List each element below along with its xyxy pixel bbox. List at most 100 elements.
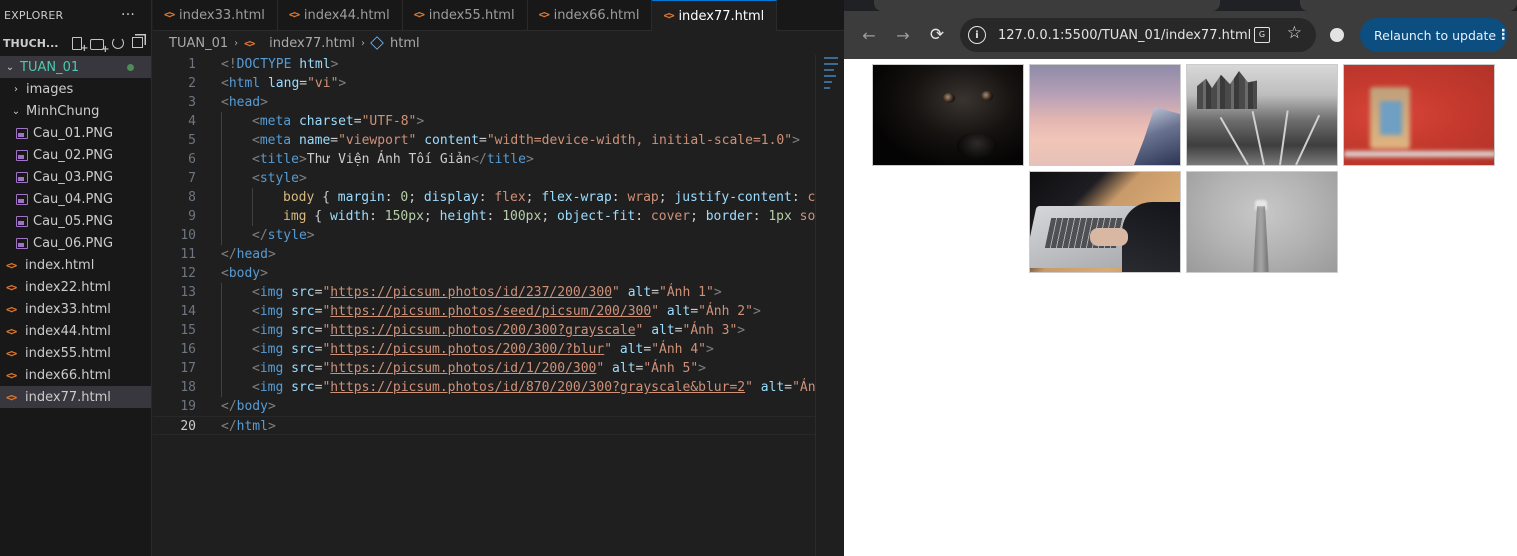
indent-guide	[221, 302, 252, 321]
code-token: "Ảnh 2"	[698, 304, 753, 319]
code-line[interactable]: 12 <body>	[153, 264, 815, 283]
code-token[interactable]: https://picsum.photos/200/300/?blur	[330, 342, 604, 357]
browser-tab[interactable]	[1300, 0, 1517, 11]
code-line[interactable]: 13 <img src = "https://picsum.photos/id/237…	[153, 283, 815, 302]
code-token: <	[221, 95, 229, 110]
folder-minhchung[interactable]: ⌄ MinhChung	[0, 100, 151, 122]
code-line[interactable]: 16 <img src = "https://picsum.photos/200/30…	[153, 340, 815, 359]
code-line[interactable]: 20 </html>	[153, 416, 815, 435]
code-token[interactable]: https://picsum.photos/seed/picsum/200/30…	[330, 304, 651, 319]
html-file-icon: <>	[6, 390, 17, 404]
url-text[interactable]: 127.0.0.1:5500/TUAN_01/index77.html	[998, 28, 1251, 43]
file-item[interactable]: <> index44.html	[0, 320, 151, 342]
explorer-header: EXPLORER ···	[0, 0, 151, 30]
breadcrumb-folder[interactable]: TUAN_01	[169, 36, 228, 51]
tree-item-label: MinhChung	[26, 103, 100, 119]
minimap[interactable]	[815, 55, 844, 556]
code-token: :	[791, 190, 808, 205]
folder-images[interactable]: › images	[0, 78, 151, 100]
code-line[interactable]: 8 body { margin: 0; display: flex; flex-w…	[153, 188, 815, 207]
code-token[interactable]: https://picsum.photos/id/237/200/300	[330, 285, 612, 300]
gallery-image-4[interactable]	[1343, 64, 1495, 166]
relaunch-button[interactable]: Relaunch to update ⋮	[1360, 18, 1510, 52]
workspace-row[interactable]: THUCH...	[0, 30, 151, 56]
translate-icon[interactable]: G	[1254, 27, 1270, 43]
breadcrumb-file[interactable]: index77.html	[269, 36, 355, 51]
file-item[interactable]: Cau_03.PNG	[0, 166, 151, 188]
code-area[interactable]: 1 <!DOCTYPE html> 2 <html lang="vi"> 3 <head>…	[153, 55, 815, 435]
collapse-all-icon[interactable]	[132, 36, 144, 48]
code-line[interactable]: 15 <img src="https://picsum.photos/200/30…	[153, 321, 815, 340]
code-line[interactable]: 3 <head>	[153, 93, 815, 112]
code-line[interactable]: 14 <img src = "https://picsum.photos/seed/p…	[153, 302, 815, 321]
code-token[interactable]: https://picsum.photos/id/1/200/300	[330, 361, 596, 376]
line-source: <title>Thư Viện Ảnh Tối Giản</title>	[196, 150, 534, 169]
file-item[interactable]: Cau_05.PNG	[0, 210, 151, 232]
code-line[interactable]: 11 </head>	[153, 245, 815, 264]
site-info-icon[interactable]: i	[968, 26, 986, 44]
code-token[interactable]: https://picsum.photos/200/300?grayscale	[330, 323, 635, 338]
file-item[interactable]: Cau_06.PNG	[0, 232, 151, 254]
file-item[interactable]: <> index22.html	[0, 276, 151, 298]
code-line[interactable]: 2 <html lang="vi">	[153, 74, 815, 93]
code-line[interactable]: 18 <img src = "https://picsum.photos/id/870…	[153, 378, 815, 397]
file-item[interactable]: <> index77.html	[0, 386, 151, 408]
tab-index33[interactable]: <> index33.html	[153, 0, 278, 31]
address-bar[interactable]: i 127.0.0.1:5500/TUAN_01/index77.html G …	[960, 18, 1316, 52]
kebab-menu-icon[interactable]: ⋮	[1496, 27, 1510, 43]
file-item[interactable]: <> index55.html	[0, 342, 151, 364]
code-token[interactable]: https://picsum.photos/id/870/200/300?gra…	[330, 380, 745, 395]
breadcrumb-symbol[interactable]: html	[390, 36, 420, 51]
code-line[interactable]: 19 </body>	[153, 397, 815, 416]
gallery-image-5[interactable]	[1029, 171, 1181, 273]
code-line[interactable]: 9 img { width: 150px; height: 100px; obje…	[153, 207, 815, 226]
code-token: "	[612, 285, 620, 300]
code-token: "	[604, 342, 613, 357]
html-file-icon: <>	[6, 324, 17, 338]
file-item[interactable]: <> index33.html	[0, 298, 151, 320]
code-token: =	[353, 114, 362, 129]
line-number: 19	[180, 399, 196, 414]
line-source: </html>	[196, 417, 276, 434]
reload-button[interactable]: ⟳	[920, 18, 954, 52]
tab-index44[interactable]: <> index44.html	[278, 0, 403, 31]
root-folder[interactable]: ⌄ TUAN_01	[0, 56, 151, 78]
line-number: 4	[188, 114, 196, 129]
more-actions-icon[interactable]: ···	[121, 7, 135, 23]
file-item[interactable]: Cau_01.PNG	[0, 122, 151, 144]
browser-tab[interactable]	[874, 0, 1220, 11]
new-file-icon[interactable]	[72, 36, 88, 54]
gallery-image-3[interactable]	[1186, 64, 1338, 166]
code-line[interactable]: 6 <title>Thư Viện Ảnh Tối Giản</title>	[153, 150, 815, 169]
line-number: 20	[180, 419, 196, 434]
tab-index55[interactable]: <> index55.html	[403, 0, 528, 31]
line-number: 10	[180, 228, 196, 243]
file-item[interactable]: <> index.html	[0, 254, 151, 276]
gallery-image-6[interactable]	[1186, 171, 1338, 273]
gallery-image-2[interactable]	[1029, 64, 1181, 166]
file-item[interactable]: <> index66.html	[0, 364, 151, 386]
back-button[interactable]: ←	[852, 18, 886, 52]
bookmark-star-icon[interactable]: ☆	[1287, 23, 1302, 43]
gallery-image-1[interactable]	[872, 64, 1024, 166]
tab-index66[interactable]: <> index66.html	[528, 0, 653, 31]
workspace-name: THUCH...	[3, 36, 59, 50]
blurred-window	[1370, 87, 1410, 149]
code-token: img	[259, 361, 284, 376]
code-token: "Ảnh 1"	[659, 285, 714, 300]
code-line[interactable]: 17 <img src="https://picsum.photos/id/1/2…	[153, 359, 815, 378]
profile-button[interactable]	[1320, 18, 1354, 52]
file-item[interactable]: Cau_04.PNG	[0, 188, 151, 210]
new-folder-icon[interactable]	[90, 38, 109, 55]
code-line[interactable]: 7 <style>	[153, 169, 815, 188]
tab-index77[interactable]: <> index77.html	[652, 0, 778, 31]
code-line[interactable]: 10 </style>	[153, 226, 815, 245]
forward-button[interactable]: →	[886, 18, 920, 52]
code-line[interactable]: 1 <!DOCTYPE html>	[153, 55, 815, 74]
file-item[interactable]: Cau_02.PNG	[0, 144, 151, 166]
code-token: :	[486, 209, 503, 224]
code-line[interactable]: 5 <meta name="viewport" content="width=de…	[153, 131, 815, 150]
refresh-icon[interactable]	[112, 36, 125, 49]
code-line[interactable]: 4 <meta charset="UTF-8">	[153, 112, 815, 131]
